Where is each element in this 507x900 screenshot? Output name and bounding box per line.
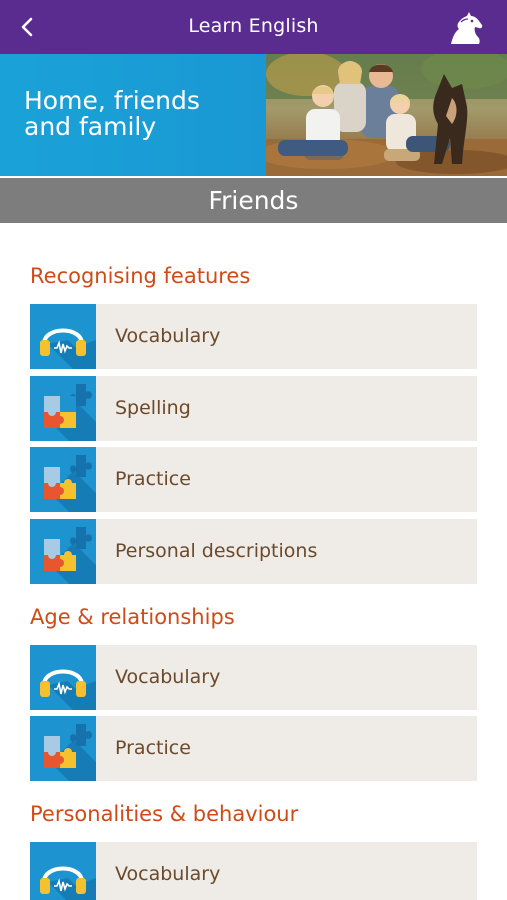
headphones-icon — [40, 328, 96, 369]
lesson-row-practice[interactable]: Practice — [30, 716, 477, 781]
banner-title: Home, friends and family — [24, 88, 254, 140]
lesson-row-vocabulary[interactable]: Vocabulary — [30, 304, 477, 369]
puzzle-icon — [44, 455, 96, 512]
group-heading-age-relationships: Age & relationships — [30, 605, 235, 629]
headphones-icon — [40, 669, 96, 710]
lesson-label: Vocabulary — [115, 325, 221, 347]
family-photo — [266, 54, 507, 176]
lesson-label: Vocabulary — [115, 666, 221, 688]
group-heading-personalities-behaviour: Personalities & behaviour — [30, 802, 299, 826]
puzzle-icon — [44, 527, 96, 584]
lesson-row-vocabulary[interactable]: Vocabulary — [30, 645, 477, 710]
lesson-label: Practice — [115, 737, 191, 759]
puzzle-tile — [30, 447, 96, 512]
headphones-tile — [30, 842, 96, 900]
puzzle-icon — [44, 384, 96, 441]
section-title-bar: Friends — [0, 178, 507, 223]
banner-title-line1: Home, friends — [24, 86, 200, 115]
horse-head-logo[interactable] — [445, 10, 485, 46]
puzzle-tile — [30, 716, 96, 781]
headphones-tile — [30, 304, 96, 369]
puzzle-tile — [30, 376, 96, 441]
puzzle-tile — [30, 519, 96, 584]
headphones-icon — [40, 866, 96, 900]
lesson-row-vocabulary[interactable]: Vocabulary — [30, 842, 477, 900]
lesson-label: Practice — [115, 468, 191, 490]
lesson-row-personal-descriptions[interactable]: Personal descriptions — [30, 519, 477, 584]
lesson-label: Personal descriptions — [115, 540, 318, 562]
lesson-label: Vocabulary — [115, 863, 221, 885]
topic-banner: Home, friends and family — [0, 54, 507, 176]
banner-title-line2: and family — [24, 112, 157, 141]
group-heading-recognising-features: Recognising features — [30, 264, 251, 288]
lesson-row-practice[interactable]: Practice — [30, 447, 477, 512]
top-bar: Learn English — [0, 0, 507, 54]
app-title: Learn English — [188, 15, 319, 37]
lesson-row-spelling[interactable]: Spelling — [30, 376, 477, 441]
lesson-label: Spelling — [115, 397, 191, 419]
headphones-tile — [30, 645, 96, 710]
puzzle-icon — [44, 724, 96, 781]
